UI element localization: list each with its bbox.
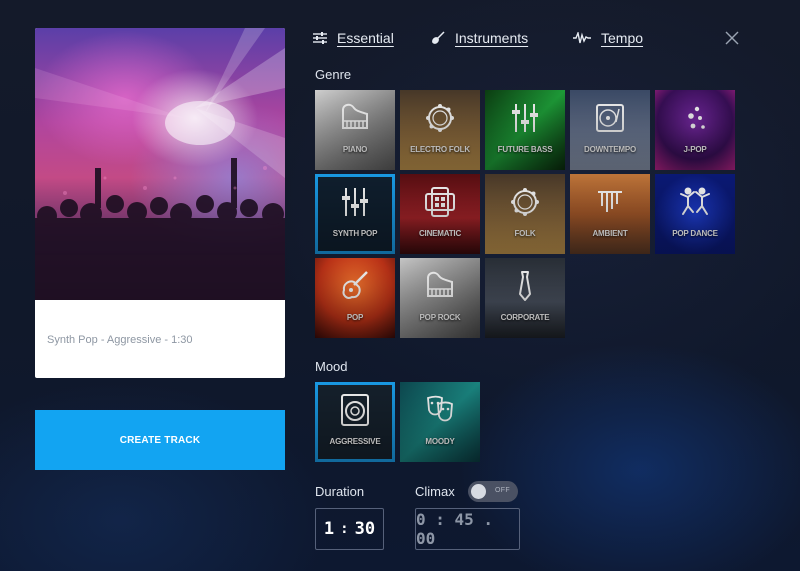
genre-heading: Genre [315,67,352,82]
mood-tile-label: AGGRESSIVE [329,437,381,446]
toggle-state-text: OFF [495,487,510,494]
turntable-icon [596,104,624,132]
piano-icon [427,271,453,297]
genre-tile-label: FOLK [514,229,536,238]
tab-label: Tempo [601,30,644,46]
waveform-icon [573,32,591,44]
genre-tile-label: J-POP [683,145,707,154]
tambourine-icon [511,188,539,216]
tab-label: Essential [337,30,394,46]
genre-tile-label: ELECTRO FOLK [410,145,470,154]
duration-input[interactable]: 1 : 30 [315,508,384,550]
tab-essential[interactable]: Essential [313,28,394,48]
genre-tile-label: POP ROCK [419,313,461,322]
genre-tile-pop-dance[interactable]: POP DANCE [655,174,735,254]
film-reel-icon [425,187,455,217]
duration-separator: : [340,521,349,537]
track-preview-card: Synth Pop - Aggressive - 1:30 [35,28,285,378]
genre-tile-corporate[interactable]: CORPORATE [485,258,565,338]
duration-label: Duration [315,484,365,499]
genre-tile-electro-folk[interactable]: ELECTRO FOLK [400,90,480,170]
genre-tile-pop-rock[interactable]: POP ROCK [400,258,480,338]
guitar-icon [342,271,368,299]
duration-seconds[interactable]: 30 [355,519,375,539]
speaker-icon [341,394,369,426]
wind-chimes-icon [598,191,622,212]
genre-tile-ambient[interactable]: AMBIENT [570,174,650,254]
genre-tile-label: DOWNTEMPO [584,145,636,154]
tab-tempo[interactable]: Tempo [573,28,643,48]
faders-icon [342,188,368,216]
genre-tile-label: POP [346,313,364,322]
cover-art-image [35,28,285,300]
genre-tile-future-bass[interactable]: FUTURE BASS [485,90,565,170]
track-caption: Synth Pop - Aggressive - 1:30 [47,334,193,346]
genre-tile-pop[interactable]: POP [315,258,395,338]
piano-icon [342,103,368,129]
climax-toggle[interactable]: OFF [468,481,518,502]
genre-tile-label: CINEMATIC [418,229,462,238]
genre-tile-piano[interactable]: PIANO [315,90,395,170]
genre-tile-j-pop[interactable]: J-POP [655,90,735,170]
genre-tile-label: PIANO [342,145,368,154]
toggle-knob [471,484,486,499]
genre-tile-label: POP DANCE [672,229,718,238]
faders-icon [512,104,538,132]
guitar-icon [432,31,445,44]
close-icon[interactable] [724,30,740,46]
mood-tile-aggressive[interactable]: AGGRESSIVE [315,382,395,462]
create-track-button[interactable]: CREATE TRACK [35,410,285,470]
genre-tile-label: FUTURE BASS [497,145,553,154]
genre-tile-synth-pop[interactable]: SYNTH POP [315,174,395,254]
theater-masks-icon [427,395,453,422]
mood-tile-label: MOODY [425,437,455,446]
climax-label: Climax [415,484,455,499]
tab-instruments[interactable]: Instruments [431,28,528,48]
tambourine-icon [426,104,454,132]
genre-tile-folk[interactable]: FOLK [485,174,565,254]
genre-tile-label: AMBIENT [592,229,628,238]
tie-icon [519,271,531,301]
genre-tile-cinematic[interactable]: CINEMATIC [400,174,480,254]
sliders-icon [313,32,327,44]
dancers-icon [680,187,710,215]
mood-tile-moody[interactable]: MOODY [400,382,480,462]
genre-tile-downtempo[interactable]: DOWNTEMPO [570,90,650,170]
mood-heading: Mood [315,359,348,374]
genre-tile-label: SYNTH POP [332,229,378,238]
duration-minutes[interactable]: 1 [324,519,334,539]
dots-icon [688,106,705,129]
tab-label: Instruments [455,30,529,46]
climax-time-input[interactable]: 0 : 45 . 00 [415,508,520,550]
genre-tile-label: CORPORATE [500,313,550,322]
